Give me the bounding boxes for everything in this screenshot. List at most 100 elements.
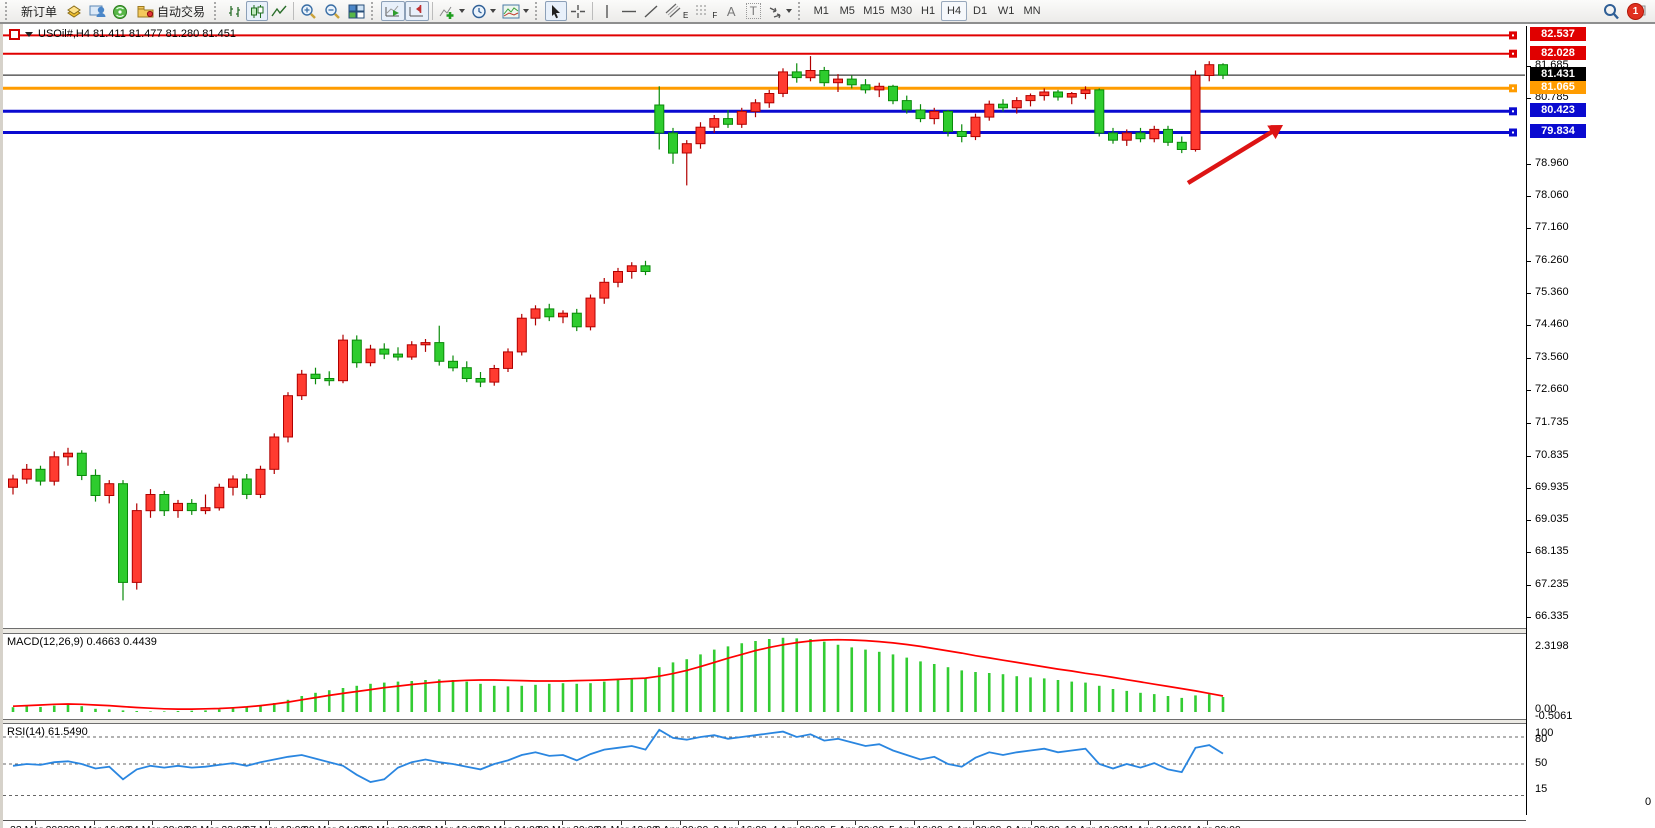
time-label: 3 Apr 16:00 (713, 824, 767, 828)
price-tick-label: 77.160 (1535, 221, 1569, 233)
new-order-button[interactable]: 新订单 (15, 1, 63, 21)
price-tick (1527, 261, 1531, 262)
time-label: 28 Mar 04:00 (303, 824, 365, 828)
candlestick-icon[interactable] (246, 1, 268, 21)
price-tick-label: 71.735 (1535, 416, 1569, 428)
chart-shift-icon[interactable] (405, 1, 429, 21)
line-chart-icon[interactable] (268, 1, 290, 21)
price-chart[interactable] (3, 26, 1526, 628)
trendline-icon[interactable] (640, 1, 662, 21)
text-tool-button[interactable]: A (720, 1, 742, 21)
toolbar-grip[interactable] (798, 2, 805, 20)
price-tick (1527, 390, 1531, 391)
quotes-icon[interactable] (63, 1, 86, 21)
rsi-pane[interactable] (3, 724, 1526, 798)
price-tick (1527, 228, 1531, 229)
channel-sub-label: E (683, 11, 688, 20)
rsi-scale-label: 50 (1535, 757, 1547, 769)
crosshair-icon[interactable] (567, 1, 589, 21)
price-tick (1527, 358, 1531, 359)
timeframe-button-M15[interactable]: M15 (860, 1, 887, 21)
horizontal-line-icon[interactable] (618, 1, 640, 21)
timeframe-button-M30[interactable]: M30 (888, 1, 915, 21)
toolbar-grip[interactable] (5, 2, 12, 20)
price-level-badge: 82.537 (1530, 27, 1586, 41)
price-tick (1527, 293, 1531, 294)
profile-icon[interactable] (86, 1, 109, 21)
price-level-badge: 80.423 (1530, 103, 1586, 117)
time-label: 11 Apr 20:00 (1182, 824, 1241, 828)
time-label: 5 Apr 16:00 (889, 824, 943, 828)
fibonacci-icon[interactable]: F (691, 1, 720, 21)
price-tick (1527, 552, 1531, 553)
cursor-icon[interactable] (545, 1, 567, 21)
toolbar-grip[interactable] (214, 2, 221, 20)
bar-chart-icon[interactable] (224, 1, 246, 21)
toolbar-grip[interactable] (535, 2, 542, 20)
line-selection-handle[interactable] (9, 29, 20, 40)
price-tick-label: 76.260 (1535, 254, 1569, 266)
time-label: 26 Mar 23:00 (186, 824, 248, 828)
main-toolbar: 新订单 自动交易 (0, 0, 1655, 24)
text-label-tool-button[interactable]: T (742, 1, 764, 21)
price-tick (1527, 488, 1531, 489)
notifications-button[interactable]: 1 (1623, 1, 1653, 21)
template-icon[interactable] (499, 1, 532, 21)
chevron-down-icon (459, 9, 465, 13)
rsi-zero-label: 0 (1645, 796, 1651, 808)
signal-icon[interactable] (109, 1, 131, 21)
timeframe-button-MN[interactable]: MN (1019, 1, 1045, 21)
macd-scale-label: 2.3198 (1535, 640, 1569, 652)
chevron-down-icon (490, 9, 496, 13)
text-tool-label: A (727, 4, 736, 19)
zoom-in-icon[interactable] (297, 1, 321, 21)
new-order-label: 新订单 (21, 3, 57, 20)
trading-platform-window: 新订单 自动交易 (0, 0, 1655, 828)
price-tick-label: 67.235 (1535, 578, 1569, 590)
price-tick-label: 78.060 (1535, 189, 1569, 201)
auto-scroll-icon[interactable] (381, 1, 405, 21)
price-tick (1527, 164, 1531, 165)
price-level-badge: 81.065 (1530, 80, 1586, 94)
price-tick-label: 70.835 (1535, 449, 1569, 461)
symbol-dropdown-icon[interactable] (25, 32, 33, 37)
periods-clock-icon[interactable] (468, 1, 499, 21)
time-label: 3 Apr 00:00 (655, 824, 709, 828)
price-level-badge: 79.834 (1530, 124, 1586, 138)
indicators-icon[interactable] (436, 1, 468, 21)
toolbar-grip[interactable] (371, 2, 378, 20)
price-scale[interactable]: 81.68580.78578.96078.06077.16076.26075.3… (1526, 26, 1655, 815)
vertical-line-icon[interactable] (596, 1, 618, 21)
chevron-down-icon (523, 9, 529, 13)
timeframe-button-W1[interactable]: W1 (993, 1, 1019, 21)
current-price-badge: 81.431 (1530, 67, 1586, 81)
price-tick-label: 72.660 (1535, 383, 1569, 395)
rsi-scale-label: 15 (1535, 783, 1547, 795)
search-icon[interactable] (1599, 1, 1623, 21)
tile-windows-icon[interactable] (345, 1, 368, 21)
macd-pane[interactable] (3, 634, 1526, 719)
fibo-sub-label: F (712, 11, 717, 20)
time-axis[interactable]: 23 Mar 202323 Mar 16:0024 Mar 08:0026 Ma… (3, 820, 1526, 828)
auto-trading-label: 自动交易 (157, 3, 205, 20)
timeframe-button-H4[interactable]: H4 (941, 1, 967, 21)
time-label: 30 Mar 04:00 (479, 824, 541, 828)
time-label: 24 Mar 08:00 (127, 824, 189, 828)
price-tick-label: 66.335 (1535, 610, 1569, 622)
macd-label: MACD(12,26,9) 0.4663 0.4439 (7, 636, 157, 648)
symbol-ohlc-text: USOil#,H4 81.411 81.477 81.280 81.451 (38, 28, 236, 40)
price-tick (1527, 196, 1531, 197)
timeframe-button-H1[interactable]: H1 (915, 1, 941, 21)
arrows-icon[interactable] (764, 1, 795, 21)
time-label: 23 Mar 16:00 (69, 824, 131, 828)
time-label: 23 Mar 2023 (10, 824, 69, 828)
price-tick (1527, 456, 1531, 457)
notification-badge: 1 (1627, 3, 1644, 20)
auto-trading-button[interactable]: 自动交易 (131, 1, 211, 21)
symbol-header: USOil#,H4 81.411 81.477 81.280 81.451 (9, 28, 236, 40)
timeframe-button-M1[interactable]: M1 (808, 1, 834, 21)
channel-icon[interactable]: E (662, 1, 691, 21)
timeframe-button-M5[interactable]: M5 (834, 1, 860, 21)
timeframe-button-D1[interactable]: D1 (967, 1, 993, 21)
zoom-out-icon[interactable] (321, 1, 345, 21)
